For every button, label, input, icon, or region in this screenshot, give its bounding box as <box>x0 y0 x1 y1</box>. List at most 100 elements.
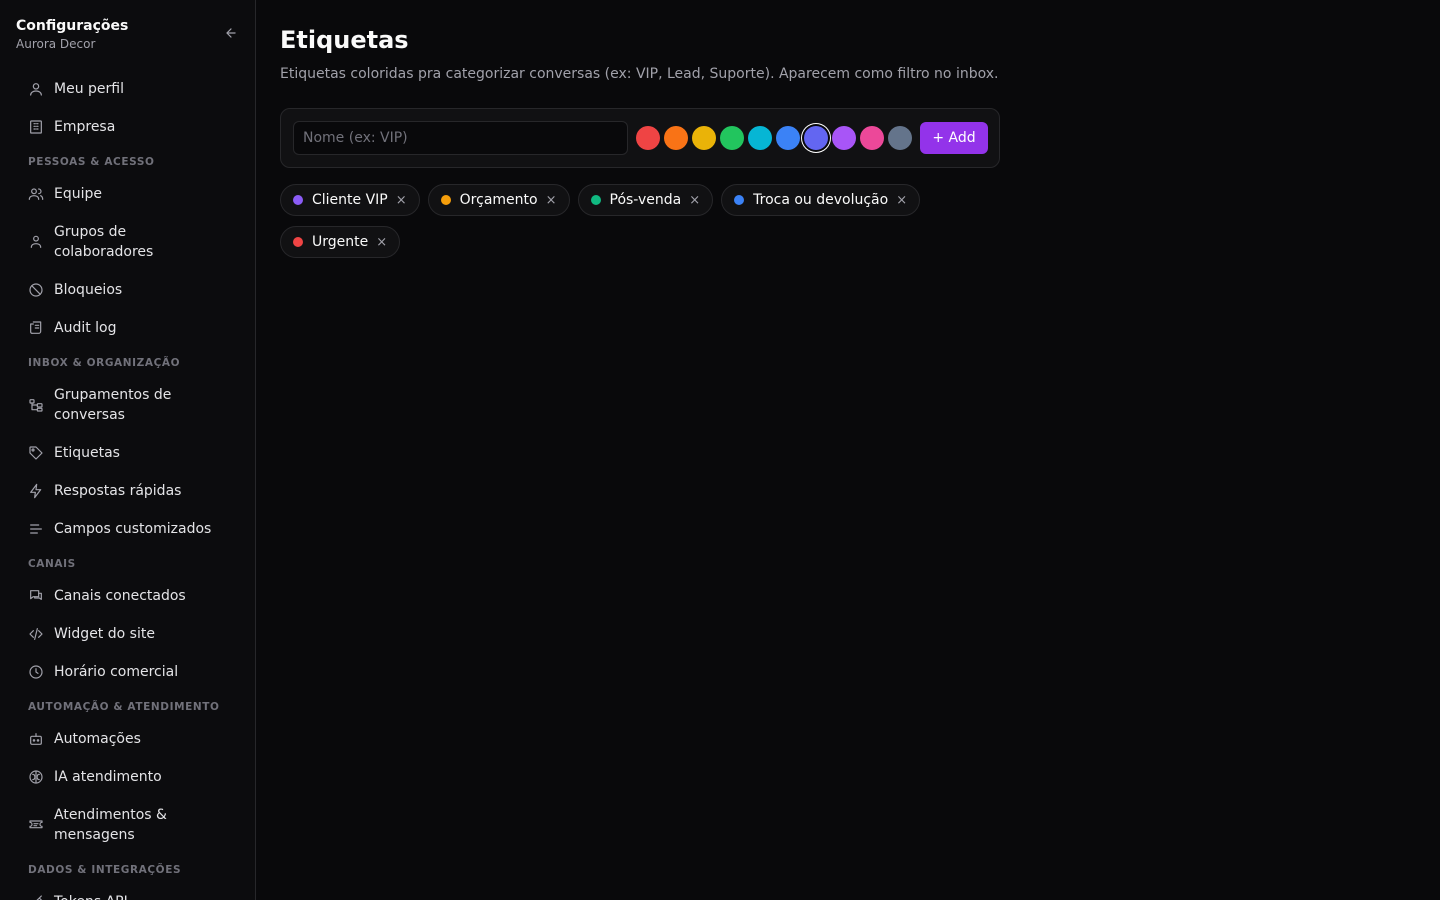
color-swatch[interactable] <box>748 126 772 150</box>
settings-nav: Meu perfil Empresa PESSOAS & ACESSO Equipe G… <box>16 70 240 900</box>
user-icon <box>28 81 44 97</box>
sidebar-item-label: IA atendimento <box>54 769 162 785</box>
sidebar-item-ia-atendimento[interactable]: IA atendimento <box>16 758 240 796</box>
color-swatch[interactable] <box>692 126 716 150</box>
folder-tree-icon <box>28 397 44 413</box>
sidebar-item-atendimentos-mensagens[interactable]: Atendimentos & mensagens <box>16 796 240 854</box>
color-picker <box>636 126 912 150</box>
bot-icon <box>28 731 44 747</box>
color-swatch[interactable] <box>888 126 912 150</box>
sidebar-item-respostas-rapidas[interactable]: Respostas rápidas <box>16 472 240 510</box>
color-swatch[interactable] <box>776 126 800 150</box>
key-icon <box>28 894 44 900</box>
users-icon <box>28 186 44 202</box>
code-icon <box>28 626 44 642</box>
tag-label: Orçamento <box>459 192 538 208</box>
tag-chip: Pós-venda × <box>577 184 714 216</box>
sidebar-title: Configurações <box>16 18 129 34</box>
workspace-name: Aurora Decor <box>16 37 96 51</box>
remove-tag-icon[interactable]: × <box>896 193 907 208</box>
sidebar-item-widget-do-site[interactable]: Widget do site <box>16 615 240 653</box>
sidebar-item-equipe[interactable]: Equipe <box>16 175 240 213</box>
sidebar-item-canais-conectados[interactable]: Canais conectados <box>16 577 240 615</box>
tag-label: Pós-venda <box>609 192 682 208</box>
tag-color-dot <box>440 195 451 205</box>
user-group-icon <box>28 234 44 250</box>
tag-chip: Orçamento × <box>427 184 570 216</box>
sidebar-item-label: Audit log <box>54 320 117 336</box>
new-tag-form: + Add <box>280 108 1000 168</box>
zap-icon <box>28 483 44 499</box>
sidebar-item-label: Canais conectados <box>54 588 186 604</box>
sidebar-item-bloqueios[interactable]: Bloqueios <box>16 271 240 309</box>
sidebar-item-label: Bloqueios <box>54 282 123 298</box>
tag-chip: Urgente × <box>280 226 401 258</box>
nav-section-pessoas-acesso: PESSOAS & ACESSO <box>28 156 155 168</box>
nav-section-dados-integracoes: DADOS & INTEGRAÇÕES <box>28 864 182 876</box>
page-title: Etiquetas <box>280 26 409 54</box>
tag-list: Cliente VIP × Orçamento × Pós-venda × Troca ou… <box>280 184 1000 258</box>
sidebar-item-label: Tokens API <box>54 892 128 900</box>
color-swatch[interactable] <box>664 126 688 150</box>
sidebar-item-label: Horário comercial <box>54 664 179 680</box>
tag-color-dot <box>293 237 303 247</box>
sidebar-item-label: Grupos de colaboradores <box>54 224 154 260</box>
sidebar-item-empresa[interactable]: Empresa <box>16 108 240 146</box>
remove-tag-icon[interactable]: × <box>689 193 700 208</box>
tag-label: Cliente VIP <box>312 192 388 208</box>
tag-label: Urgente <box>312 234 369 250</box>
sidebar-item-label: Campos customizados <box>54 521 212 537</box>
sidebar-item-horario-comercial[interactable]: Horário comercial <box>16 653 240 691</box>
brain-icon <box>28 769 44 785</box>
chat-icon <box>28 588 44 604</box>
sidebar-item-label: Etiquetas <box>54 445 120 461</box>
color-swatch[interactable] <box>832 126 856 150</box>
sidebar-item-label: Empresa <box>54 119 116 135</box>
list-icon <box>28 521 44 537</box>
tag-color-dot <box>590 195 601 205</box>
remove-tag-icon[interactable]: × <box>546 193 557 208</box>
tag-color-dot <box>293 195 303 205</box>
sidebar-item-meu-perfil[interactable]: Meu perfil <box>16 70 240 108</box>
sidebar-item-grupos-de-colaboradores[interactable]: Grupos de colaboradores <box>16 213 240 271</box>
color-swatch[interactable] <box>720 126 744 150</box>
collapse-sidebar-button[interactable] <box>222 24 240 42</box>
sidebar-item-label: Meu perfil <box>54 81 124 97</box>
sidebar-item-label: Grupamentos de conversas <box>54 387 172 423</box>
tag-label: Troca ou devolução <box>753 192 889 208</box>
sidebar-item-audit-log[interactable]: Audit log <box>16 309 240 347</box>
add-tag-button[interactable]: + Add <box>920 122 988 154</box>
tag-chip: Troca ou devolução × <box>721 184 921 216</box>
sidebar-item-grupamentos-de-conversas[interactable]: Grupamentos de conversas <box>16 376 240 434</box>
nav-section-canais: CANAIS <box>28 558 76 570</box>
clock-icon <box>28 664 44 680</box>
sidebar-item-etiquetas[interactable]: Etiquetas <box>16 434 240 472</box>
page-description: Etiquetas coloridas pra categorizar conv… <box>280 66 999 82</box>
nav-section-automacao-atendimento: AUTOMAÇÃO & ATENDIMENTO <box>28 701 220 713</box>
tag-color-dot <box>734 195 745 205</box>
remove-tag-icon[interactable]: × <box>376 235 387 250</box>
remove-tag-icon[interactable]: × <box>396 193 407 208</box>
sidebar-item-tokens-api[interactable]: Tokens API <box>16 883 240 900</box>
scroll-icon <box>28 320 44 336</box>
nav-section-inbox-organizacao: INBOX & ORGANIZAÇÃO <box>28 357 181 369</box>
sidebar-item-campos-customizados[interactable]: Campos customizados <box>16 510 240 548</box>
color-swatch[interactable] <box>636 126 660 150</box>
color-swatch[interactable] <box>860 126 884 150</box>
settings-sidebar: Configurações Aurora Decor Meu perfil Emp… <box>0 0 256 900</box>
sidebar-item-label: Widget do site <box>54 626 155 642</box>
building-icon <box>28 119 44 135</box>
sidebar-item-label: Respostas rápidas <box>54 483 182 499</box>
sidebar-item-label: Equipe <box>54 186 102 202</box>
sidebar-item-label: Automações <box>54 731 141 747</box>
color-swatch[interactable] <box>804 126 828 150</box>
sidebar-item-label: Atendimentos & mensagens <box>54 807 167 843</box>
ban-icon <box>28 282 44 298</box>
tag-chip: Cliente VIP × <box>280 184 420 216</box>
sidebar-header: Configurações Aurora Decor <box>16 16 240 56</box>
arrow-left-icon <box>226 28 236 38</box>
ticket-icon <box>28 817 44 833</box>
sidebar-item-automacoes[interactable]: Automações <box>16 720 240 758</box>
tag-icon <box>28 445 44 461</box>
tag-name-input[interactable] <box>293 121 628 155</box>
